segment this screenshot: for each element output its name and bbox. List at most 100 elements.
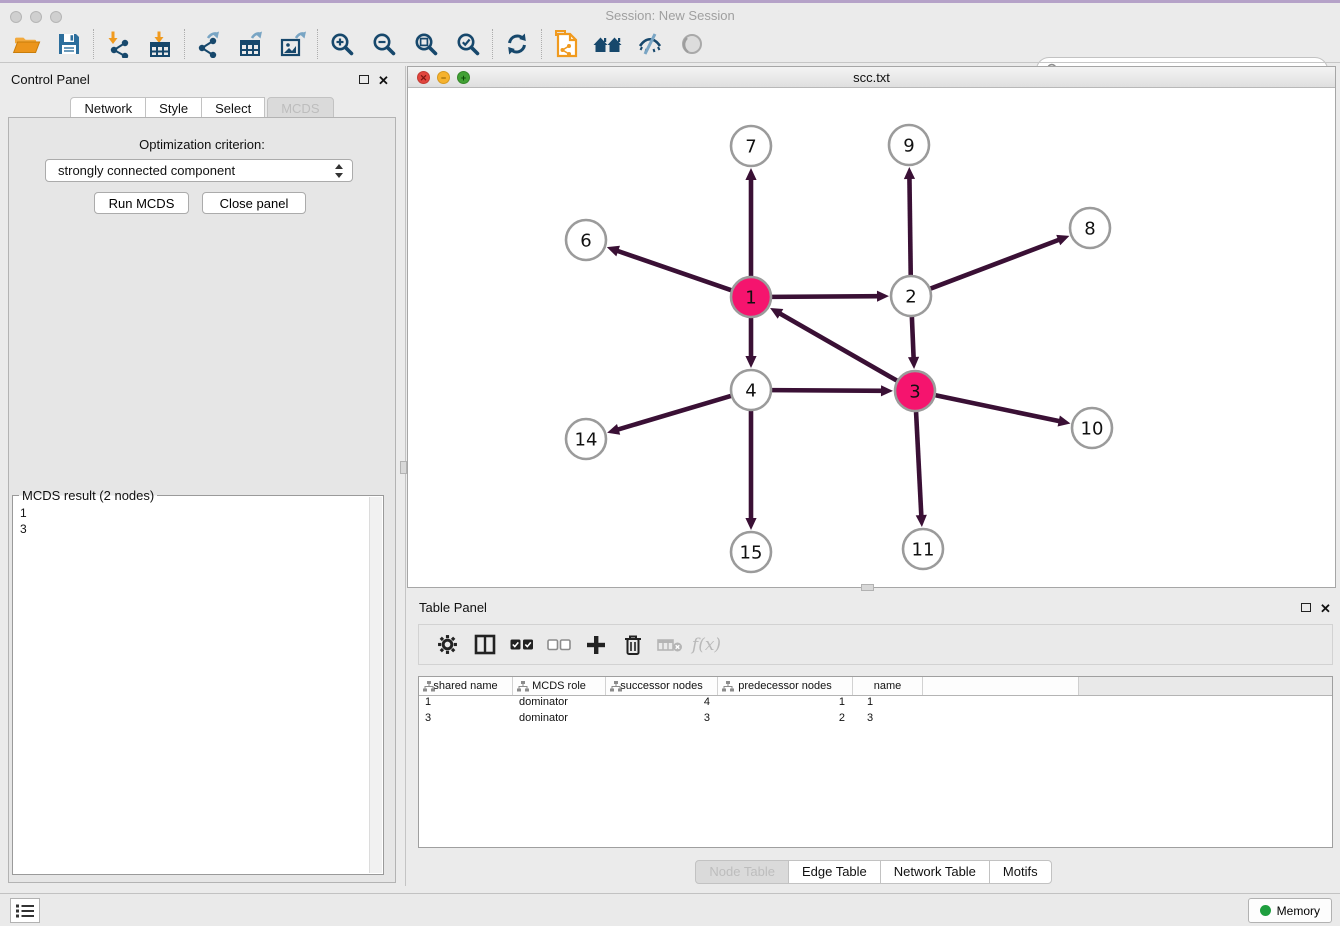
table-row[interactable]: 3dominator323: [419, 712, 1332, 728]
import-network-icon: [104, 30, 132, 58]
table-cell[interactable]: 3: [606, 712, 718, 728]
control-panel-close-icon[interactable]: ✕: [378, 74, 389, 87]
column-header-label: name: [874, 680, 902, 692]
open-session-button[interactable]: [6, 27, 48, 61]
save-session-button[interactable]: [48, 27, 90, 61]
column-header-successor-nodes[interactable]: successor nodes: [606, 677, 718, 695]
graph-edge-3-11[interactable]: [916, 412, 921, 518]
graph-edge-arrowhead: [881, 385, 893, 396]
control-panel-float-icon[interactable]: [359, 75, 369, 84]
table-cell[interactable]: 2: [718, 712, 853, 728]
tab-motifs[interactable]: Motifs: [989, 860, 1052, 884]
delete-column-button[interactable]: [614, 628, 651, 662]
graph-edge-2-9[interactable]: [909, 176, 910, 275]
table-settings-button[interactable]: [429, 628, 466, 662]
graph-edge-2-8[interactable]: [931, 239, 1061, 289]
table-panel: Table Panel ✕: [407, 595, 1340, 890]
column-header-MCDS-role[interactable]: MCDS role: [513, 677, 606, 695]
window-titlebar: Session: New Session: [0, 3, 1340, 26]
deselect-all-columns-button[interactable]: [540, 628, 577, 662]
table-panel-close-icon[interactable]: ✕: [1320, 602, 1331, 615]
horizontal-splitter-handle[interactable]: [861, 584, 874, 591]
toolbar-separator: [317, 29, 318, 59]
delete-table-icon: [657, 637, 683, 653]
add-column-button[interactable]: [577, 628, 614, 662]
home-view-button[interactable]: [587, 27, 629, 61]
table-cell[interactable]: dominator: [513, 696, 606, 712]
tab-node-table[interactable]: Node Table: [695, 860, 789, 884]
table-cell[interactable]: 1: [718, 696, 853, 712]
export-table-button[interactable]: [230, 27, 272, 61]
graph-edge-1-2[interactable]: [772, 296, 880, 297]
network-canvas[interactable]: 1234678910111415: [408, 88, 1335, 587]
close-panel-button[interactable]: Close panel: [202, 192, 306, 214]
export-table-icon: [237, 30, 265, 58]
column-header-shared-name[interactable]: shared name: [419, 677, 513, 695]
mcds-result-item[interactable]: 1: [20, 505, 367, 521]
trash-icon: [623, 634, 643, 656]
criterion-value: strongly connected component: [58, 163, 235, 178]
columns-icon: [474, 634, 496, 655]
graph-edge-arrowhead: [916, 515, 927, 527]
import-table-button[interactable]: [139, 27, 181, 61]
graph-edge-arrowhead: [877, 291, 889, 302]
hide-selected-button[interactable]: [629, 27, 671, 61]
column-header-name[interactable]: name: [853, 677, 923, 695]
application-window: Session: New Session: [0, 0, 1340, 926]
graph-edge-3-1[interactable]: [778, 312, 897, 380]
graph-edge-4-14[interactable]: [616, 396, 731, 430]
graph-node-label-7: 7: [745, 137, 756, 158]
zoom-fit-button[interactable]: [405, 27, 447, 61]
show-columns-button[interactable]: [466, 628, 503, 662]
mcds-result-scrollbar[interactable]: [369, 497, 382, 873]
table-cell[interactable]: dominator: [513, 712, 606, 728]
column-header-label: predecessor nodes: [738, 680, 832, 692]
table-panel-float-icon[interactable]: [1301, 603, 1311, 612]
select-all-columns-button[interactable]: [503, 628, 540, 662]
column-tree-icon: [722, 681, 734, 692]
run-mcds-button[interactable]: Run MCDS: [94, 192, 189, 214]
graph-node-label-3: 3: [909, 382, 920, 403]
column-header-label: MCDS role: [532, 680, 586, 692]
zoom-selected-button[interactable]: [447, 27, 489, 61]
criterion-dropdown[interactable]: strongly connected component: [45, 159, 353, 182]
node-table[interactable]: shared name MCDS role successor nodes prede…: [418, 676, 1333, 848]
graph-edge-3-10[interactable]: [936, 395, 1062, 421]
column-header-predecessor-nodes[interactable]: predecessor nodes: [718, 677, 853, 695]
main-toolbar: [0, 26, 1340, 62]
table-cell[interactable]: 3: [853, 712, 923, 728]
task-history-button[interactable]: [10, 898, 40, 923]
graph-edge-arrowhead: [607, 246, 620, 257]
graph-edge-arrowhead: [745, 518, 756, 530]
graph-node-label-4: 4: [745, 381, 756, 402]
apply-layout-button[interactable]: [496, 27, 538, 61]
mcds-result-list[interactable]: 13: [20, 505, 367, 870]
zoom-out-icon: [371, 31, 397, 57]
graph-edge-2-3[interactable]: [912, 317, 914, 360]
table-cell[interactable]: 4: [606, 696, 718, 712]
table-cell[interactable]: 1: [853, 696, 923, 712]
zoom-out-button[interactable]: [363, 27, 405, 61]
import-network-button[interactable]: [97, 27, 139, 61]
table-cell[interactable]: 1: [419, 696, 513, 712]
save-floppy-icon: [56, 31, 82, 57]
vertical-splitter-handle[interactable]: [400, 461, 407, 474]
table-panel-tabs: Node TableEdge TableNetwork TableMotifs: [407, 860, 1340, 884]
graph-edge-arrowhead: [908, 357, 919, 369]
table-row[interactable]: 1dominator411: [419, 696, 1332, 712]
export-image-button[interactable]: [272, 27, 314, 61]
tab-edge-table[interactable]: Edge Table: [788, 860, 881, 884]
mcds-result-item[interactable]: 3: [20, 521, 367, 537]
status-bar: Memory: [0, 893, 1340, 926]
eye-slash-icon: [636, 30, 664, 58]
tab-network-table[interactable]: Network Table: [880, 860, 990, 884]
vertical-splitter[interactable]: [405, 66, 406, 886]
network-from-selection-button[interactable]: [545, 27, 587, 61]
table-cell[interactable]: 3: [419, 712, 513, 728]
export-network-button[interactable]: [188, 27, 230, 61]
zoom-in-button[interactable]: [321, 27, 363, 61]
network-view-titlebar[interactable]: ✕ − + scc.txt: [408, 67, 1335, 88]
graph-edge-1-6[interactable]: [615, 250, 731, 290]
graph-edge-4-3[interactable]: [772, 390, 884, 391]
memory-button[interactable]: Memory: [1248, 898, 1332, 923]
